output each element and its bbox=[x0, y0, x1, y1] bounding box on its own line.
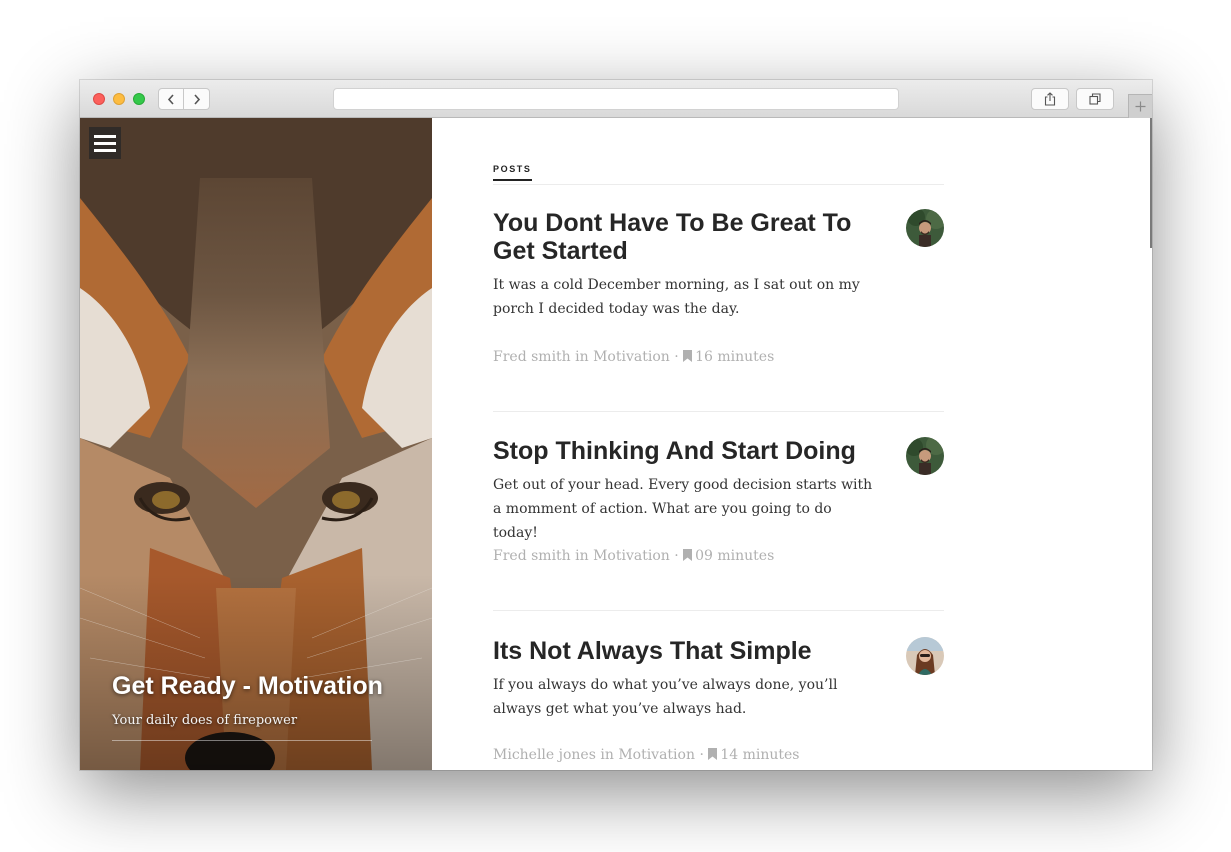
post-excerpt: If you always do what you’ve always done… bbox=[493, 677, 838, 717]
back-button[interactable] bbox=[158, 88, 184, 110]
bookmark-icon bbox=[708, 748, 718, 760]
chevron-left-icon bbox=[167, 93, 174, 105]
post-in-text: in bbox=[575, 349, 589, 365]
post-item[interactable]: Its Not Always That Simple If you always… bbox=[493, 637, 944, 770]
author-avatar[interactable] bbox=[906, 209, 944, 247]
scrollbar[interactable] bbox=[1150, 118, 1152, 248]
posts-section-label: POSTS bbox=[493, 164, 532, 181]
post-meta: Fred smith in Motivation · 16 minutes bbox=[493, 349, 774, 365]
post-excerpt: Get out of your head. Every good decisio… bbox=[493, 477, 873, 541]
plus-icon bbox=[1135, 101, 1146, 112]
share-icon bbox=[1044, 92, 1056, 106]
post-author[interactable]: Michelle jones bbox=[493, 747, 596, 763]
post-item[interactable]: You Dont Have To Be Great To Get Started… bbox=[493, 209, 944, 412]
author-avatar[interactable] bbox=[906, 437, 944, 475]
post-author[interactable]: Fred smith bbox=[493, 548, 571, 564]
new-tab-button[interactable] bbox=[1128, 94, 1152, 118]
bookmark-icon bbox=[683, 350, 693, 362]
post-divider bbox=[493, 610, 944, 611]
hero-divider bbox=[112, 740, 372, 741]
hamburger-menu-icon[interactable] bbox=[89, 127, 121, 159]
meta-separator: · bbox=[674, 548, 679, 564]
close-window-button[interactable] bbox=[93, 93, 105, 105]
post-author[interactable]: Fred smith bbox=[493, 349, 571, 365]
post-read-time: 14 minutes bbox=[720, 747, 800, 763]
post-item[interactable]: Stop Thinking And Start Doing Get out of… bbox=[493, 437, 944, 617]
post-title[interactable]: Its Not Always That Simple bbox=[493, 637, 888, 665]
post-divider bbox=[493, 411, 944, 412]
address-bar[interactable] bbox=[333, 88, 899, 110]
post-in-text: in bbox=[575, 548, 589, 564]
post-excerpt: It was a cold December morning, as I sat… bbox=[493, 277, 860, 317]
browser-toolbar bbox=[80, 80, 1152, 118]
posts-panel: POSTS You Dont Have To Be Great To Get S… bbox=[432, 118, 1152, 770]
browser-window: Get Ready - Motivation Your daily does o… bbox=[80, 80, 1152, 770]
bookmark-icon bbox=[683, 549, 693, 561]
post-in-text: in bbox=[600, 747, 614, 763]
share-button[interactable] bbox=[1031, 88, 1069, 110]
meta-separator: · bbox=[699, 747, 704, 763]
post-read-time: 09 minutes bbox=[695, 548, 775, 564]
chevron-right-icon bbox=[193, 93, 200, 105]
post-title[interactable]: You Dont Have To Be Great To Get Started bbox=[493, 209, 888, 265]
author-avatar[interactable] bbox=[906, 637, 944, 675]
section-divider bbox=[493, 184, 944, 185]
tabs-icon bbox=[1089, 93, 1101, 105]
post-category[interactable]: Motivation bbox=[618, 747, 695, 763]
zoom-window-button[interactable] bbox=[133, 93, 145, 105]
post-meta: Fred smith in Motivation · 09 minutes bbox=[493, 548, 774, 564]
hero-image-panel: Get Ready - Motivation Your daily does o… bbox=[80, 118, 432, 770]
forward-button[interactable] bbox=[184, 88, 210, 110]
post-read-time: 16 minutes bbox=[695, 349, 775, 365]
site-tagline: Your daily does of firepower bbox=[112, 713, 298, 728]
post-title[interactable]: Stop Thinking And Start Doing bbox=[493, 437, 888, 465]
minimize-window-button[interactable] bbox=[113, 93, 125, 105]
meta-separator: · bbox=[674, 349, 679, 365]
post-meta: Michelle jones in Motivation · 14 minute… bbox=[493, 747, 800, 763]
show-tabs-button[interactable] bbox=[1076, 88, 1114, 110]
post-category[interactable]: Motivation bbox=[593, 548, 670, 564]
site-title: Get Ready - Motivation bbox=[112, 672, 383, 700]
post-category[interactable]: Motivation bbox=[593, 349, 670, 365]
